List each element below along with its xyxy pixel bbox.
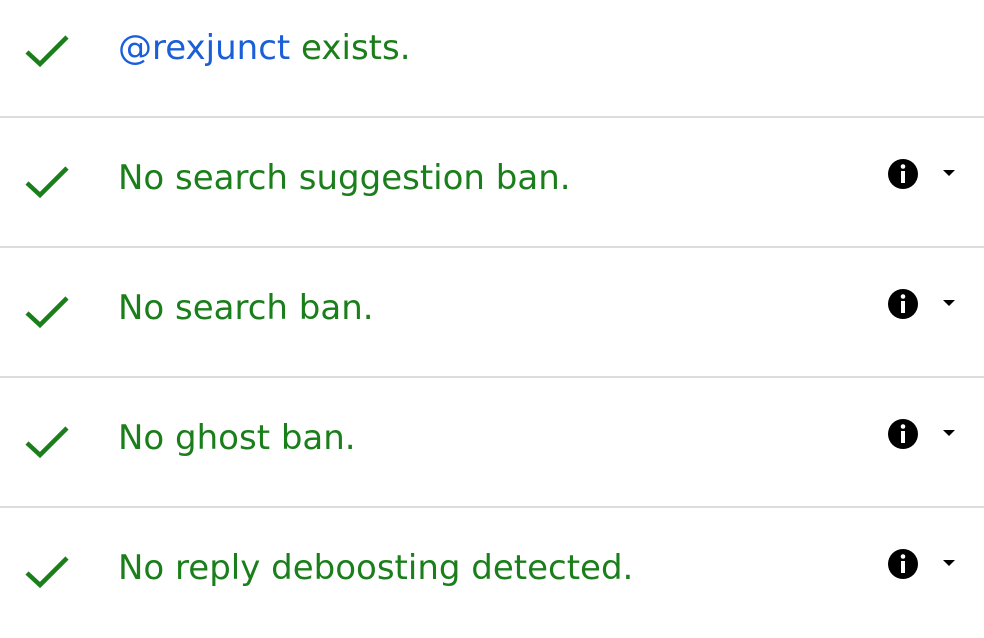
result-label: No reply deboosting detected. (118, 548, 634, 588)
caret-down-icon[interactable] (938, 166, 960, 180)
result-label: exists. (290, 28, 411, 68)
caret-down-icon[interactable] (938, 296, 960, 310)
account-handle-link[interactable]: @rexjunct (118, 28, 290, 68)
result-row-ghost-ban[interactable]: No ghost ban. (0, 378, 984, 508)
info-icon[interactable] (887, 288, 919, 320)
checkmark-icon (25, 296, 69, 329)
result-text: @rexjunct exists. (118, 28, 411, 68)
result-label: No search suggestion ban. (118, 158, 571, 198)
result-label: No search ban. (118, 288, 374, 328)
results-list: @rexjunct exists. No search suggestion b… (0, 0, 984, 638)
result-row-search-suggestion[interactable]: No search suggestion ban. (0, 118, 984, 248)
checkmark-icon (25, 426, 69, 459)
result-row-search-ban[interactable]: No search ban. (0, 248, 984, 378)
info-icon[interactable] (887, 418, 919, 450)
checkmark-icon (25, 166, 69, 199)
info-icon[interactable] (887, 158, 919, 190)
result-label: No ghost ban. (118, 418, 356, 458)
result-row-exists: @rexjunct exists. (0, 0, 984, 118)
caret-down-icon[interactable] (938, 426, 960, 440)
checkmark-icon (25, 35, 69, 68)
checkmark-icon (25, 556, 69, 589)
info-icon[interactable] (887, 548, 919, 580)
caret-down-icon[interactable] (938, 556, 960, 570)
